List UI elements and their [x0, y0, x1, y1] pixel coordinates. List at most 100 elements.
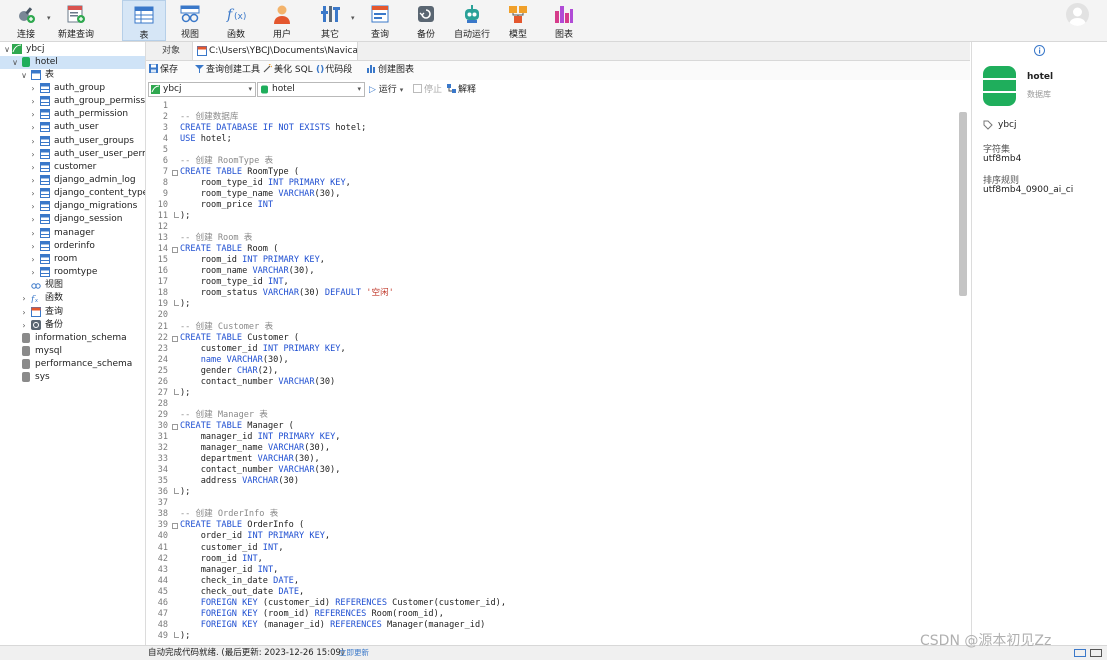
tree-database-item[interactable]: performance_schema	[0, 358, 145, 371]
tree-database-hotel[interactable]: ∨ hotel	[0, 55, 145, 69]
explain-button[interactable]: 解释	[447, 84, 476, 97]
update-now-link[interactable]: 立即更新	[339, 646, 369, 660]
expand-chevron-icon[interactable]: ›	[29, 95, 37, 108]
info-icon[interactable]	[1034, 45, 1045, 56]
expand-chevron-icon[interactable]: ›	[29, 148, 37, 161]
table-icon	[40, 122, 50, 133]
line-number: 8	[162, 177, 168, 188]
query-builder-icon	[195, 65, 204, 73]
expand-chevron-icon[interactable]: ›	[29, 240, 37, 253]
tree-table-item[interactable]: › auth_user_groups	[0, 135, 145, 148]
expand-chevron-icon[interactable]: ›	[20, 306, 28, 319]
expand-chevron-icon[interactable]: ›	[29, 161, 37, 174]
tree-table-item[interactable]: › auth_group_permission	[0, 95, 145, 108]
expand-chevron-icon[interactable]: ∨	[20, 69, 28, 82]
tree-item-label: auth_permission	[54, 109, 129, 120]
connection-select[interactable]: ybcj ▾	[148, 82, 256, 97]
user-avatar[interactable]	[1066, 3, 1089, 26]
new-query-button[interactable]: 新建查询	[56, 0, 96, 41]
expand-chevron-icon[interactable]: ›	[29, 121, 37, 134]
query-button[interactable]: 查询	[360, 0, 400, 41]
connect-dropdown-caret[interactable]: ▾	[47, 14, 51, 22]
expand-chevron-icon[interactable]: ›	[29, 266, 37, 279]
view-button[interactable]: 视图	[170, 0, 210, 41]
tree-views-node[interactable]: 视图	[0, 279, 145, 292]
tab-query[interactable]: C:\Users\YBCJ\Documents\Navicat\...	[192, 42, 358, 60]
code-snippet-button[interactable]: ()代码段	[316, 64, 352, 77]
expand-chevron-icon[interactable]: ›	[29, 253, 37, 266]
database-select[interactable]: hotel ▾	[257, 82, 365, 97]
code-line: -- 创建 Customer 表	[180, 321, 274, 332]
tree-connection-ybcj[interactable]: ∨ ybcj	[0, 43, 145, 56]
tree-table-item[interactable]: › auth_user_user_permis	[0, 148, 145, 161]
expand-chevron-icon[interactable]: ›	[29, 227, 37, 240]
function-button[interactable]: f (x) 函数	[216, 0, 256, 41]
tree-backups-node[interactable]: › 备份	[0, 319, 145, 332]
save-button[interactable]: 保存	[149, 64, 178, 77]
expand-chevron-icon[interactable]: ›	[20, 319, 28, 332]
create-chart-button[interactable]: 创建图表	[367, 64, 414, 77]
fold-toggle-icon[interactable]	[172, 523, 178, 530]
query-builder-button[interactable]: 查询创建工具	[195, 64, 260, 77]
beautify-sql-button[interactable]: 美化 SQL	[263, 64, 313, 77]
connect-button[interactable]: 连接	[6, 0, 46, 41]
fold-toggle-icon[interactable]	[172, 247, 178, 254]
tree-table-item[interactable]: › room	[0, 253, 145, 266]
run-button[interactable]: ▷ 运行 ▾	[369, 84, 403, 97]
layout-split-icon[interactable]	[1090, 649, 1102, 657]
editor-vertical-scrollbar[interactable]	[959, 112, 967, 296]
chevron-down-icon: ▾	[357, 85, 361, 93]
main-toolbar: 连接 ▾ 新建查询 表 视图 f (x) 函数 用户 其它 ▾ 查询 备份 自动运…	[0, 0, 1107, 42]
tree-queries-node[interactable]: › 查询	[0, 306, 145, 319]
table-button[interactable]: 表	[122, 0, 166, 41]
expand-chevron-icon[interactable]: ›	[29, 200, 37, 213]
expand-chevron-icon[interactable]: ›	[29, 108, 37, 121]
tree-table-item[interactable]: › django_admin_log	[0, 174, 145, 187]
run-dropdown-caret[interactable]: ▾	[400, 86, 404, 94]
sql-editor[interactable]: 1 2 3 4 5 6 7 8 9 10 11 12 13 14 15 16 17 18 19 20 21 22 23 24 2…	[146, 100, 970, 643]
fold-toggle-icon[interactable]	[172, 169, 178, 176]
tree-table-item[interactable]: › orderinfo	[0, 240, 145, 253]
user-button[interactable]: 用户	[262, 0, 302, 41]
tree-functions-node[interactable]: › f x 函数	[0, 292, 145, 305]
backup-button[interactable]: 备份	[406, 0, 446, 41]
tree-table-item[interactable]: › django_content_type	[0, 187, 145, 200]
code-line: check_in_date DATE,	[180, 575, 300, 586]
other-dropdown-caret[interactable]: ▾	[351, 14, 355, 22]
tree-database-item[interactable]: information_schema	[0, 332, 145, 345]
line-number: 41	[157, 542, 168, 553]
tree-item-label: customer	[54, 161, 97, 172]
stop-button[interactable]: 停止	[413, 84, 442, 97]
fold-toggle-icon[interactable]	[172, 423, 178, 430]
db-type: 数据库	[1027, 90, 1051, 99]
tree-tables-node[interactable]: ∨ 表	[0, 69, 145, 82]
chart-button[interactable]: 图表	[544, 0, 584, 41]
tree-table-item[interactable]: › django_session	[0, 213, 145, 226]
expand-chevron-icon[interactable]: ›	[29, 187, 37, 200]
expand-chevron-icon[interactable]: ›	[29, 82, 37, 95]
model-button[interactable]: 模型	[498, 0, 538, 41]
tree-table-item[interactable]: › django_migrations	[0, 200, 145, 213]
tree-table-item[interactable]: › auth_permission	[0, 108, 145, 121]
tree-table-item[interactable]: › auth_user	[0, 121, 145, 134]
tree-database-item[interactable]: mysql	[0, 345, 145, 358]
automation-button[interactable]: 自动运行	[452, 0, 492, 41]
expand-chevron-icon[interactable]: ›	[29, 174, 37, 187]
tab-objects[interactable]: 对象	[162, 42, 180, 60]
tree-table-item[interactable]: › customer	[0, 161, 145, 174]
tree-database-item[interactable]: sys	[0, 371, 145, 384]
tree-table-item[interactable]: › roomtype	[0, 266, 145, 279]
expand-chevron-icon[interactable]: ›	[29, 213, 37, 226]
expand-chevron-icon[interactable]: ›	[20, 292, 28, 305]
other-button[interactable]: 其它	[310, 0, 350, 41]
line-number: 28	[157, 398, 168, 409]
expand-chevron-icon[interactable]: ∨	[11, 56, 19, 69]
expand-chevron-icon[interactable]: ∨	[3, 43, 11, 56]
layout-toggle-icon[interactable]	[1074, 649, 1086, 657]
tree-table-item[interactable]: › auth_group	[0, 82, 145, 95]
line-number: 23	[157, 343, 168, 354]
tree-item-label: django_migrations	[54, 201, 138, 212]
expand-chevron-icon[interactable]: ›	[29, 135, 37, 148]
tree-table-item[interactable]: › manager	[0, 227, 145, 240]
fold-toggle-icon[interactable]	[172, 335, 178, 342]
